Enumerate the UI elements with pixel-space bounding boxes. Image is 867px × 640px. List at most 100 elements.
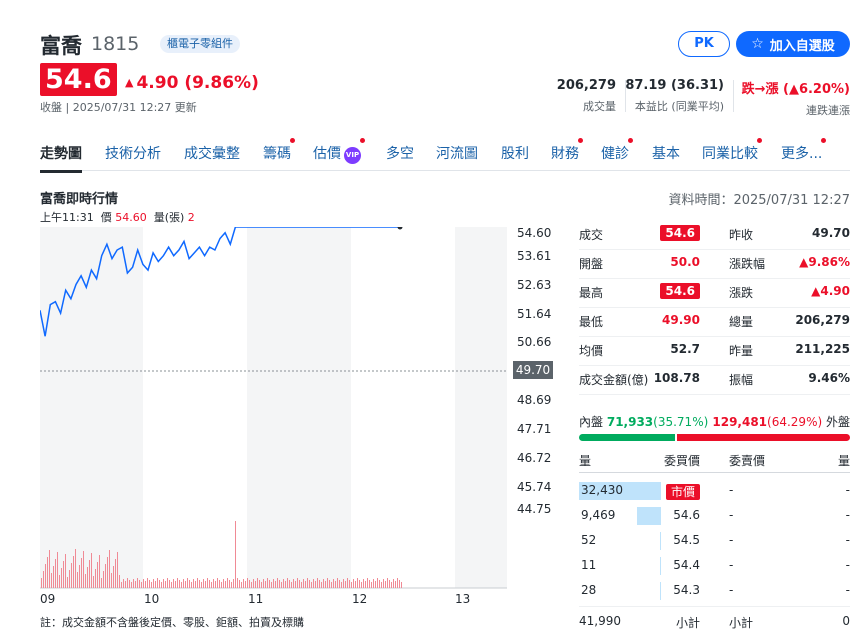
bid-price: 54.6 [673, 508, 700, 522]
volume-bar [139, 580, 140, 588]
volume-bar [383, 579, 384, 588]
volume-bar [73, 556, 74, 588]
new-dot-icon [290, 138, 295, 143]
bid-price: 54.3 [673, 583, 700, 597]
quote-label: 昨收 [729, 228, 754, 242]
volume-bar [103, 571, 104, 588]
volume-bar [189, 580, 190, 588]
volume-bar [353, 579, 354, 588]
volume-bar [95, 569, 96, 588]
volume-bar [259, 580, 260, 588]
volume-bar [133, 579, 134, 588]
quote-label: 漲跌幅 [729, 257, 766, 271]
session-band [247, 227, 351, 588]
tab-9[interactable]: 健診 [601, 138, 633, 163]
bid-volume: 28 [581, 583, 597, 597]
session-band [455, 227, 507, 588]
volume-bar [295, 581, 296, 588]
volume-bar [301, 582, 302, 588]
quote-label: 最高 [579, 286, 604, 300]
tab-11[interactable]: 同業比較 [702, 138, 762, 163]
quote-value-text: 108.78 [653, 371, 700, 385]
market-status: 收盤 | 2025/07/31 12:27 更新 [40, 101, 197, 114]
volume-bar [299, 580, 300, 588]
tab-label: 估價 [313, 146, 341, 162]
volume-bar [105, 564, 106, 588]
bid-price-text: 市價 [665, 484, 700, 500]
quote-value: 54.6 [660, 283, 700, 299]
volume-bar [113, 566, 114, 588]
industry-tag[interactable]: 櫃電子零組件 [160, 35, 240, 53]
row-divider [579, 336, 850, 337]
volume-bar [235, 521, 236, 588]
volume-bar [123, 579, 124, 588]
add-watchlist-button[interactable]: ☆ 加入自選股 [736, 31, 850, 57]
intraday-chart[interactable] [40, 227, 507, 591]
quote-value-text: 49.90 [662, 313, 700, 327]
inner-bar [579, 434, 675, 441]
current-price: 54.6 [40, 63, 117, 96]
volume-bar [229, 580, 230, 588]
volume-bar [97, 562, 98, 588]
ask-price: - [729, 508, 734, 522]
volume-bar [337, 578, 338, 588]
volume-bar [361, 582, 362, 588]
hover-vol-label: 量(張) [153, 211, 185, 224]
tab-2[interactable]: 成交彙整 [184, 143, 240, 163]
volume-bar [385, 581, 386, 588]
pk-button[interactable]: PK [678, 31, 730, 57]
ask-volume: - [845, 533, 850, 547]
volume-bar [59, 575, 60, 588]
volume-bar [231, 582, 232, 588]
volume-bar [181, 582, 182, 588]
volume-bar [249, 580, 250, 588]
bid-volume-bar [660, 557, 661, 575]
bid-price-text: 54.3 [673, 583, 700, 597]
stat-volume-label: 成交量 [583, 100, 616, 113]
volume-bar [365, 581, 366, 588]
volume-bar [317, 578, 318, 588]
volume-bar [71, 563, 72, 588]
ask-price: - [729, 483, 734, 497]
volume-bar [215, 581, 216, 588]
tab-6[interactable]: 河流圖 [436, 143, 478, 163]
y-tick-label: 52.63 [517, 278, 552, 292]
volume-bar [145, 581, 146, 588]
tab-0[interactable]: 走勢圖 [40, 143, 82, 173]
tab-7[interactable]: 股利 [501, 143, 529, 163]
tab-3[interactable]: 籌碼 [263, 138, 295, 163]
volume-bar [69, 570, 70, 588]
volume-bar [143, 579, 144, 588]
volume-bar [325, 581, 326, 588]
bid-volume-bar [660, 582, 661, 600]
volume-bar [333, 579, 334, 588]
volume-bar [227, 578, 228, 588]
y-tick-label: 54.60 [517, 226, 552, 240]
volume-bar [389, 580, 390, 588]
volume-bar [127, 578, 128, 588]
volume-bar [159, 580, 160, 588]
quote-value: 49.90 [662, 313, 700, 327]
volume-bar [183, 579, 184, 588]
volume-bar [193, 579, 194, 588]
volume-bar [251, 582, 252, 588]
x-tick-label: 11 [248, 592, 264, 606]
tab-4[interactable]: 估價 VIP [313, 138, 365, 164]
volume-bar [331, 582, 332, 588]
tab-12[interactable]: 更多... [781, 138, 827, 163]
tab-10[interactable]: 基本 [652, 143, 680, 163]
row-divider [579, 365, 850, 366]
tab-1[interactable]: 技術分析 [105, 143, 161, 163]
volume-bar [201, 582, 202, 588]
volume-bar [153, 579, 154, 588]
volume-bar [329, 580, 330, 588]
volume-bar [289, 580, 290, 588]
tab-8[interactable]: 財務 [551, 138, 583, 163]
tab-5[interactable]: 多空 [386, 143, 414, 163]
quote-value: 108.78 [654, 371, 700, 385]
volume-bar [67, 577, 68, 588]
volume-bar [149, 580, 150, 588]
new-dot-icon [821, 138, 827, 143]
volume-bar [99, 555, 100, 588]
volume-bar [157, 578, 158, 588]
